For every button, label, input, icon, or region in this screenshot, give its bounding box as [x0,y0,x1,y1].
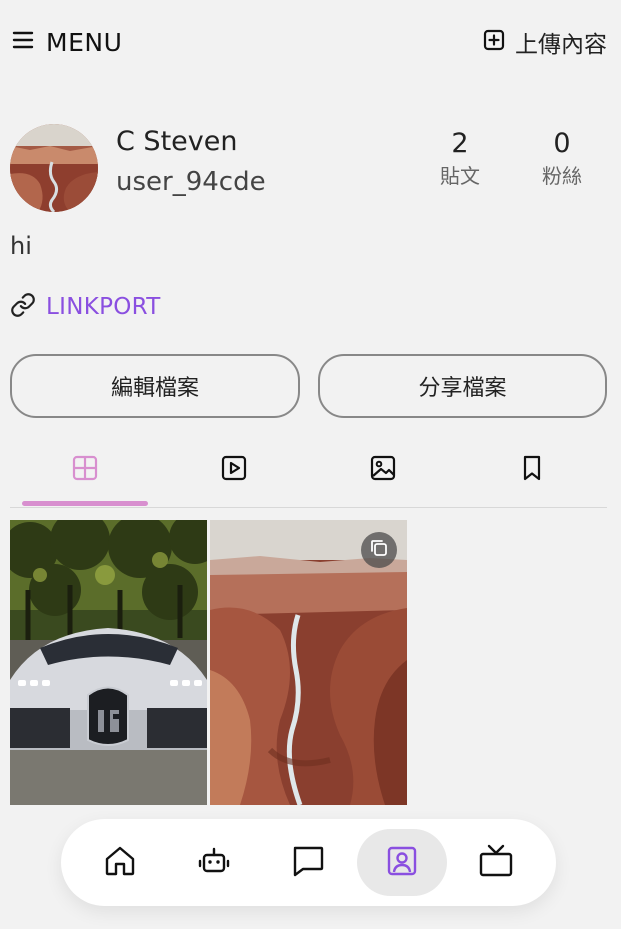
post-thumbnail-canyon[interactable] [210,520,407,805]
profile-link[interactable]: LINKPORT [10,290,161,324]
edit-profile-button[interactable]: 編輯檔案 [10,354,300,418]
bookmark-icon [518,454,546,486]
bottom-nav [61,819,556,906]
edit-profile-label: 編輯檔案 [110,376,199,401]
posts-count: 2 [451,128,469,159]
share-profile-button[interactable]: 分享檔案 [318,354,607,418]
link-icon [10,292,36,322]
grid-icon [71,454,99,486]
hamburger-icon [12,30,34,54]
tab-images[interactable] [308,448,458,492]
menu-button[interactable]: MENU [12,26,122,58]
nav-tv[interactable] [451,829,541,896]
copy-icon [369,538,389,562]
car-photo [10,520,207,805]
username: user_94cde [116,167,266,197]
post-thumbnail-car[interactable] [10,520,207,805]
add-square-icon [483,29,505,55]
nav-bot[interactable] [169,829,259,896]
tab-saved[interactable] [457,448,607,492]
active-tab-indicator [22,501,148,506]
posts-label: 貼文 [440,164,480,188]
posts-stat[interactable]: 2 貼文 [420,128,500,190]
robot-icon [197,844,231,882]
display-name: C Steven [116,126,238,157]
followers-count: 0 [553,128,571,159]
tab-divider [10,507,607,508]
bio-text: hi [10,232,32,260]
avatar[interactable] [10,124,98,212]
nav-home[interactable] [75,829,165,896]
link-text: LINKPORT [46,294,161,320]
followers-label: 粉絲 [542,164,582,188]
tab-grid[interactable] [10,448,160,492]
video-play-icon [220,454,248,486]
nav-profile[interactable] [357,829,447,896]
multiple-images-badge [361,532,397,568]
upload-label: 上傳內容 [515,32,607,58]
tab-videos[interactable] [159,448,309,492]
nav-messages[interactable] [263,829,353,896]
tv-icon [478,843,514,883]
home-icon [103,844,137,882]
chat-icon [290,843,326,883]
profile-icon [385,844,419,882]
menu-label: MENU [46,27,123,57]
followers-stat[interactable]: 0 粉絲 [522,128,602,190]
upload-button[interactable]: 上傳內容 [483,26,607,58]
image-icon [369,454,397,486]
share-profile-label: 分享檔案 [418,376,507,401]
